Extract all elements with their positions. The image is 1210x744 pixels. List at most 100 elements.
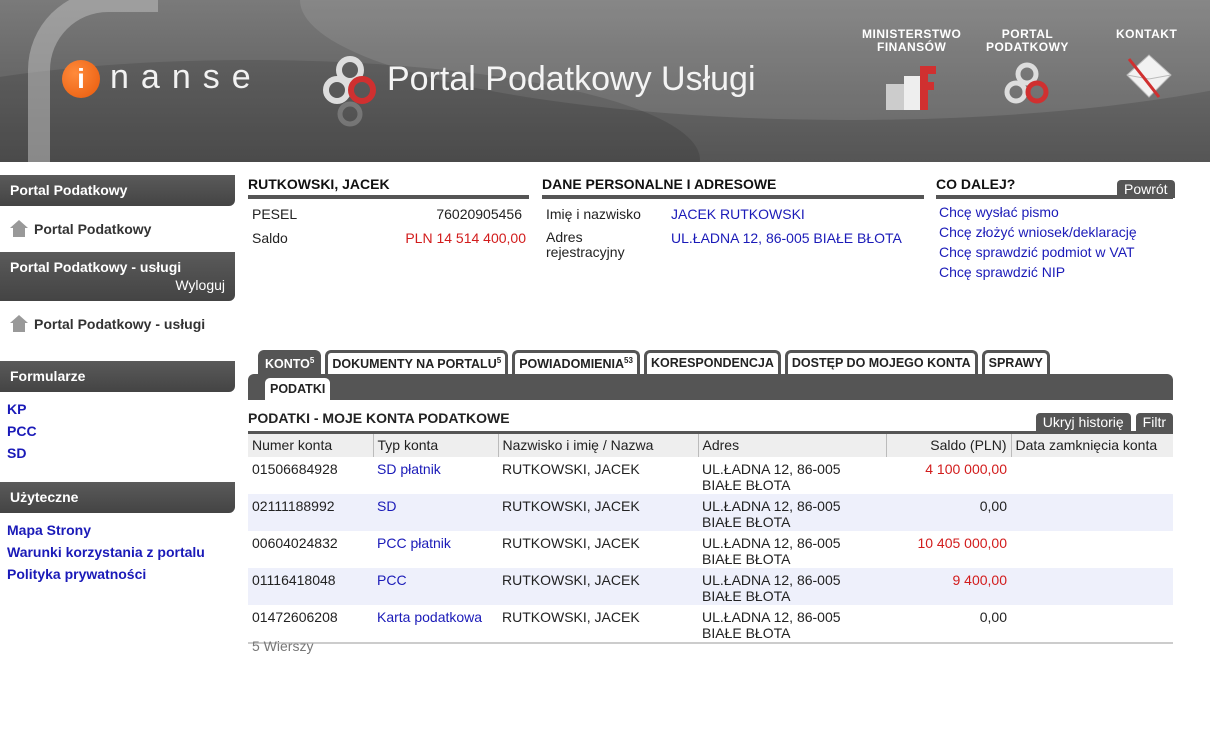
sidebar-link-kp[interactable]: KP	[7, 398, 235, 420]
portal-podatkowy-link[interactable]: PORTAL PODATKOWY	[986, 28, 1069, 114]
column-header-closed-date[interactable]: Data zamknięcia konta	[1011, 431, 1173, 457]
column-header-type[interactable]: Typ konta	[373, 431, 499, 457]
contact-link-label: KONTAKT	[1116, 27, 1178, 41]
home-icon	[10, 220, 28, 238]
table-actions: Ukryj historię Filtr	[1035, 413, 1173, 431]
person-panel-title: RUTKOWSKI, JACEK	[248, 176, 529, 199]
finanse-logo-text[interactable]: nanse	[110, 58, 263, 97]
tab-access[interactable]: DOSTĘP DO MOJEGO KONTA	[784, 350, 978, 374]
cell-closed-date	[1011, 604, 1173, 644]
cell-address: UL.ŁADNA 12, 86-005 BIAŁE BŁOTA	[698, 604, 886, 644]
forms-links: KP PCC SD	[0, 392, 235, 482]
cell-name: RUTKOWSKI, JACEK	[498, 493, 698, 531]
saldo-value: PLN 14 514 400,00	[405, 230, 526, 246]
cell-saldo: 0,00	[886, 493, 1011, 531]
cell-address: UL.ŁADNA 12, 86-005 BIAŁE BŁOTA	[698, 493, 886, 531]
cell-number: 02111188992	[248, 493, 373, 531]
address-value: UL.ŁADNA 12, 86-005 BIAŁE BŁOTA	[671, 230, 902, 246]
table-row[interactable]: 02111188992 SD RUTKOWSKI, JACEK UL.ŁADNA…	[248, 493, 1173, 531]
cell-name: RUTKOWSKI, JACEK	[502, 460, 640, 477]
table-row[interactable]: 00604024832 PCC płatnik RUTKOWSKI, JACEK…	[248, 531, 1173, 568]
filter-button[interactable]: Filtr	[1135, 413, 1173, 431]
cell-type-link[interactable]: SD płatnik	[373, 457, 498, 494]
sidebar-header-useful: Użyteczne	[0, 482, 235, 513]
column-header-saldo[interactable]: Saldo (PLN)	[886, 431, 1012, 457]
column-header-number[interactable]: Numer konta	[248, 431, 374, 457]
cell-name: RUTKOWSKI, JACEK	[502, 534, 640, 551]
cell-type-link[interactable]: Karta podatkowa	[373, 604, 498, 644]
home-icon	[10, 315, 28, 333]
cell-saldo: 10 405 000,00	[917, 534, 1007, 551]
page-header: i nanse Portal Podatkowy Usługi MINISTER…	[0, 0, 1210, 162]
cell-address: UL.ŁADNA 12, 86-005 BIAŁE BŁOTA	[698, 567, 886, 605]
sidebar-item-label: Portal Podatkowy	[34, 221, 152, 237]
ministry-logo-icon	[885, 66, 936, 110]
portal-link-label: PORTAL	[1001, 27, 1054, 41]
tab-count: 53	[624, 356, 633, 365]
cell-type-link[interactable]: SD	[373, 493, 498, 531]
ministry-link[interactable]: MINISTERSTWO FINANSÓW	[862, 28, 961, 114]
cell-type-link[interactable]: PCC	[373, 567, 498, 605]
tab-count: 5	[309, 356, 315, 365]
sidebar-header-services: Portal Podatkowy - usługi Wyloguj	[0, 252, 235, 301]
portal-logo-icon	[323, 56, 376, 127]
sidebar-item-services-home[interactable]: Portal Podatkowy - usługi	[0, 301, 235, 347]
link-submit-application[interactable]: Chcę złożyć wniosek/deklarację	[939, 222, 1137, 242]
tab-correspondence[interactable]: KORESPONDENCJA	[643, 350, 781, 374]
accounts-table: Numer konta Typ konta Nazwisko i imię / …	[248, 431, 1173, 644]
personal-panel-title: DANE PERSONALNE I ADRESOWE	[542, 176, 924, 199]
name-value: JACEK RUTKOWSKI	[671, 206, 805, 222]
ministry-link-label: FINANSÓW	[877, 40, 947, 54]
cell-name: RUTKOWSKI, JACEK	[498, 604, 698, 644]
envelope-icon	[1125, 54, 1172, 98]
column-header-name[interactable]: Nazwisko i imię / Nazwa	[498, 431, 699, 457]
tab-documents[interactable]: DOKUMENTY NA PORTALU5	[325, 350, 509, 374]
tabs: KONTO5 DOKUMENTY NA PORTALU5 POWIADOMIEN…	[258, 350, 1050, 374]
cell-name: RUTKOWSKI, JACEK	[498, 567, 698, 605]
cell-type-link[interactable]: PCC płatnik	[373, 531, 498, 568]
cell-number: 01506684928	[252, 460, 338, 477]
sidebar-header-portal: Portal Podatkowy	[0, 175, 235, 206]
link-send-letter[interactable]: Chcę wysłać pismo	[939, 202, 1137, 222]
pesel-label: PESEL	[252, 206, 298, 222]
portal-link-label: PODATKOWY	[986, 40, 1069, 54]
table-row[interactable]: 01116418048 PCC RUTKOWSKI, JACEK UL.ŁADN…	[248, 567, 1173, 605]
tab-label: POWIADOMIENIA	[519, 357, 625, 372]
cell-closed-date	[1011, 531, 1173, 568]
table-row[interactable]: 01472606208 Karta podatkowa RUTKOWSKI, J…	[248, 604, 1173, 644]
sidebar-item-portal-home[interactable]: Portal Podatkowy	[0, 206, 235, 252]
tab-notifications[interactable]: POWIADOMIENIA53	[512, 350, 640, 374]
cell-closed-date	[1011, 567, 1173, 605]
tab-cases[interactable]: SPRAWY	[981, 350, 1050, 374]
table-header-row: Numer konta Typ konta Nazwisko i imię / …	[248, 431, 1173, 457]
table-row[interactable]: 01506684928 SD płatnik RUTKOWSKI, JACEK …	[248, 457, 1173, 494]
link-check-nip[interactable]: Chcę sprawdzić NIP	[939, 262, 1137, 282]
tab-label: KONTO	[265, 357, 310, 372]
contact-link[interactable]: KONTAKT	[1116, 28, 1177, 107]
back-button[interactable]: Powrót	[1117, 180, 1175, 198]
tab-count: 5	[496, 356, 502, 365]
sidebar-link-privacy[interactable]: Polityka prywatności	[7, 563, 235, 585]
saldo-label: Saldo	[252, 230, 288, 246]
tab-label: DOSTĘP DO MOJEGO KONTA	[791, 356, 971, 370]
column-header-address[interactable]: Adres	[698, 431, 887, 457]
tab-label: SPRAWY	[988, 356, 1043, 370]
cell-address: UL.ŁADNA 12, 86-005 BIAŁE BŁOTA	[702, 534, 841, 567]
logout-button[interactable]: Wyloguj	[10, 277, 225, 293]
cell-saldo: 9 400,00	[886, 567, 1011, 605]
useful-links: Mapa Strony Warunki korzystania z portal…	[0, 513, 235, 603]
tab-konto[interactable]: KONTO5	[258, 350, 322, 374]
sidebar-link-pcc[interactable]: PCC	[7, 420, 235, 442]
sidebar-link-sitemap[interactable]: Mapa Strony	[7, 519, 235, 541]
sidebar-link-sd[interactable]: SD	[7, 442, 235, 464]
row-count: 5 Wierszy	[252, 638, 314, 654]
cell-number: 00604024832	[252, 534, 338, 551]
sidebar-header-label: Portal Podatkowy - usługi	[10, 259, 182, 275]
subtab-podatki[interactable]: PODATKI	[265, 378, 331, 400]
cell-saldo: 0,00	[886, 604, 1011, 644]
hide-history-button[interactable]: Ukryj historię	[1035, 413, 1131, 431]
sidebar-link-terms[interactable]: Warunki korzystania z portalu	[7, 541, 235, 563]
link-check-vat[interactable]: Chcę sprawdzić podmiot w VAT	[939, 242, 1137, 262]
address-label: Adres rejestracyjny	[546, 229, 625, 260]
cell-number: 01116418048	[248, 567, 373, 605]
